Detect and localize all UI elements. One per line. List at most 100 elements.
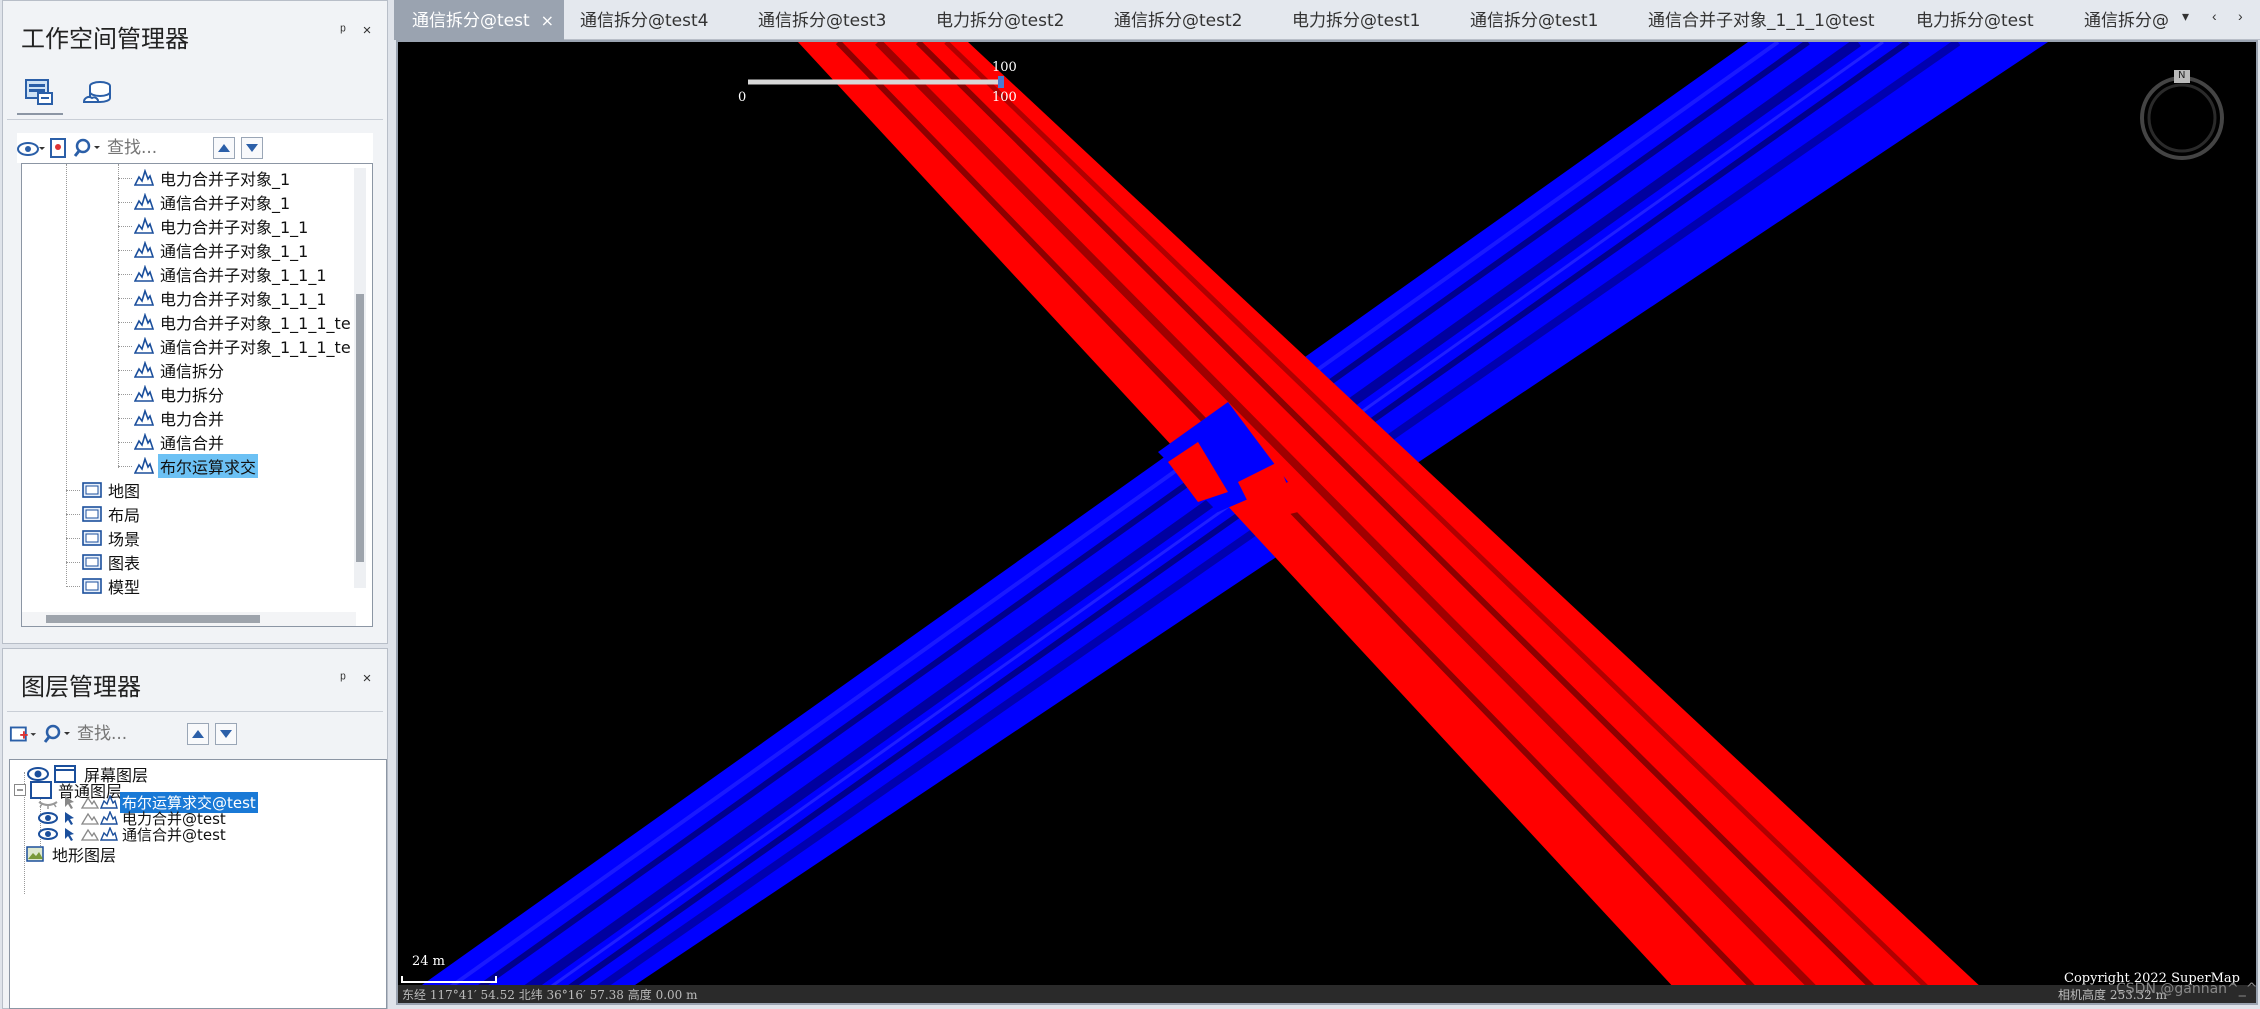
tab-3[interactable]: 电力拆分@test2	[920, 0, 1098, 40]
tab-8[interactable]: 电力拆分@test	[1900, 0, 2068, 40]
tab-7[interactable]: 通信合并子对象_1_1_1@test	[1632, 0, 1900, 40]
tree-horizontal-scrollbar[interactable]	[22, 612, 356, 626]
tab-list-button[interactable]: ▾	[2182, 8, 2189, 25]
eye-icon[interactable]	[38, 811, 58, 825]
tree-item-label: 图表	[108, 554, 141, 573]
selectable-icon[interactable]	[62, 827, 78, 841]
model-dataset-icon	[134, 385, 154, 402]
tab-9[interactable]: 通信拆分@	[2068, 0, 2188, 40]
tree-connector	[118, 394, 132, 395]
selectable-icon[interactable]	[62, 795, 78, 809]
search-icon[interactable]	[73, 135, 101, 161]
tree-connector	[66, 514, 80, 515]
watermark-text: CSDN @gannan^_^	[2116, 981, 2258, 997]
eye-closed-icon[interactable]	[38, 795, 58, 809]
tree-item-label: 场景	[108, 530, 141, 549]
tab-5[interactable]: 电力拆分@test1	[1276, 0, 1454, 40]
tree-item[interactable]: 电力合并	[118, 406, 226, 430]
terrain-layer-row[interactable]: 地形图层	[26, 842, 118, 866]
tree-connector	[66, 538, 80, 539]
tree-item[interactable]: 通信拆分	[118, 358, 226, 382]
selectable-icon[interactable]	[62, 811, 78, 825]
move-down-button[interactable]	[241, 137, 263, 159]
tree-item[interactable]: 地图	[66, 478, 142, 502]
datasource-tab[interactable]	[75, 71, 121, 115]
tree-item[interactable]: 通信合并子对象_1	[118, 190, 292, 214]
property-icon[interactable]	[45, 135, 73, 161]
tab-scroll-left-button[interactable]: ‹	[2212, 8, 2217, 24]
model-dataset-icon	[134, 289, 154, 306]
tree-connector	[118, 298, 132, 299]
move-up-button[interactable]	[187, 723, 209, 745]
tree-item[interactable]: 模型	[66, 574, 142, 598]
eye-dropdown-icon[interactable]	[17, 135, 45, 161]
collapse-icon[interactable]	[14, 784, 26, 796]
tree-item[interactable]: 布尔运算求交	[118, 454, 259, 478]
model-dataset-icon	[134, 433, 154, 450]
tree-item[interactable]: 电力合并子对象_1_1	[118, 214, 310, 238]
move-up-button[interactable]	[213, 137, 235, 159]
workspace-tab[interactable]	[17, 71, 63, 115]
tab-6[interactable]: 通信拆分@test1	[1454, 0, 1632, 40]
tree-item-label: 电力合并子对象_1_1_1_te	[160, 314, 351, 333]
scene-canvas[interactable]	[398, 42, 2256, 1003]
tree-connector	[118, 178, 132, 179]
tab-label: 通信拆分@	[2084, 11, 2169, 31]
tree-item[interactable]: 场景	[66, 526, 142, 550]
tree-item-label: 电力合并	[160, 410, 225, 429]
layer-manager-panel: 图层管理器 ᵖ × 屏幕图层	[2, 648, 388, 1009]
tree-item-label: 电力合并子对象_1	[160, 170, 291, 189]
tab-scroll-right-button[interactable]: ›	[2238, 8, 2243, 24]
compass-icon[interactable]	[2140, 70, 2224, 160]
scale-label: 24 m	[412, 954, 446, 969]
editable-icon[interactable]	[80, 827, 100, 841]
tab-close-icon[interactable]: ×	[541, 0, 554, 40]
tree-item[interactable]: 图表	[66, 550, 142, 574]
tree-item[interactable]: 电力合并子对象_1	[118, 166, 292, 190]
separator	[7, 711, 383, 712]
tree-item[interactable]: 通信合并子对象_1_1_1_te	[118, 334, 353, 358]
tree-connector	[118, 202, 132, 203]
document-tab-bar: 通信拆分@test × 通信拆分@test4 通信拆分@test3 电力拆分@test2…	[394, 0, 2260, 40]
tab-2[interactable]: 通信拆分@test3	[742, 0, 920, 40]
search-icon[interactable]	[43, 721, 71, 747]
layer-search-input[interactable]	[77, 724, 187, 744]
tab-0[interactable]: 通信拆分@test ×	[394, 0, 564, 40]
tab-label: 通信拆分@test4	[580, 11, 709, 31]
tab-4[interactable]: 通信拆分@test2	[1098, 0, 1276, 40]
close-button[interactable]: ×	[357, 21, 377, 41]
tree-item[interactable]: 布局	[66, 502, 142, 526]
editable-icon[interactable]	[80, 795, 100, 809]
close-button[interactable]: ×	[357, 669, 377, 689]
eye-icon[interactable]	[38, 827, 58, 841]
tree-vertical-scrollbar[interactable]	[354, 168, 366, 588]
scrollbar-thumb[interactable]	[46, 615, 260, 623]
workspace-manager-panel: 工作空间管理器 ᵖ × 查找... 电力合并子对象_1 通信合并子对象_1 电力…	[2, 0, 388, 644]
tree-item[interactable]: 电力拆分	[118, 382, 226, 406]
scrollbar-thumb[interactable]	[356, 294, 364, 562]
workspace-search-input[interactable]	[107, 138, 207, 158]
layer-row[interactable]: 通信合并@test	[38, 826, 228, 844]
tree-item[interactable]: 通信合并子对象_1_1	[118, 238, 310, 262]
layer-tree: 屏幕图层 普通图层 布尔运算求交@test 电力合并@test 通信合并@test …	[9, 759, 387, 1009]
tab-1[interactable]: 通信拆分@test4	[564, 0, 742, 40]
tree-item[interactable]: 通信合并子对象_1_1_1	[118, 262, 329, 286]
tree-connector	[118, 226, 132, 227]
tree-item[interactable]: 电力合并子对象_1_1_1_te	[118, 310, 353, 334]
add-layer-icon[interactable]	[9, 721, 37, 747]
tree-item[interactable]: 通信合并	[118, 430, 226, 454]
tab-label: 通信拆分@test2	[1114, 11, 1243, 31]
editable-icon[interactable]	[80, 811, 100, 825]
model-layer-icon	[100, 811, 118, 825]
scene-status-bar: 东经 117°41′ 54.52 北纬 36°16′ 57.38 高度 0.00…	[398, 981, 2256, 1003]
model-dataset-icon	[134, 265, 154, 282]
model-dataset-icon	[134, 313, 154, 330]
arrow-up-icon	[218, 144, 230, 152]
left-dock: 工作空间管理器 ᵖ × 查找... 电力合并子对象_1 通信合并子对象_1 电力…	[0, 0, 392, 1009]
pin-button[interactable]: ᵖ	[333, 21, 353, 41]
map-icon	[82, 482, 102, 498]
pin-button[interactable]: ᵖ	[333, 669, 353, 689]
tree-item[interactable]: 电力合并子对象_1_1_1	[118, 286, 329, 310]
scene-view[interactable]: 0 100 100 N 24 m Copyright 2022 SuperMap…	[396, 40, 2258, 1005]
move-down-button[interactable]	[215, 723, 237, 745]
